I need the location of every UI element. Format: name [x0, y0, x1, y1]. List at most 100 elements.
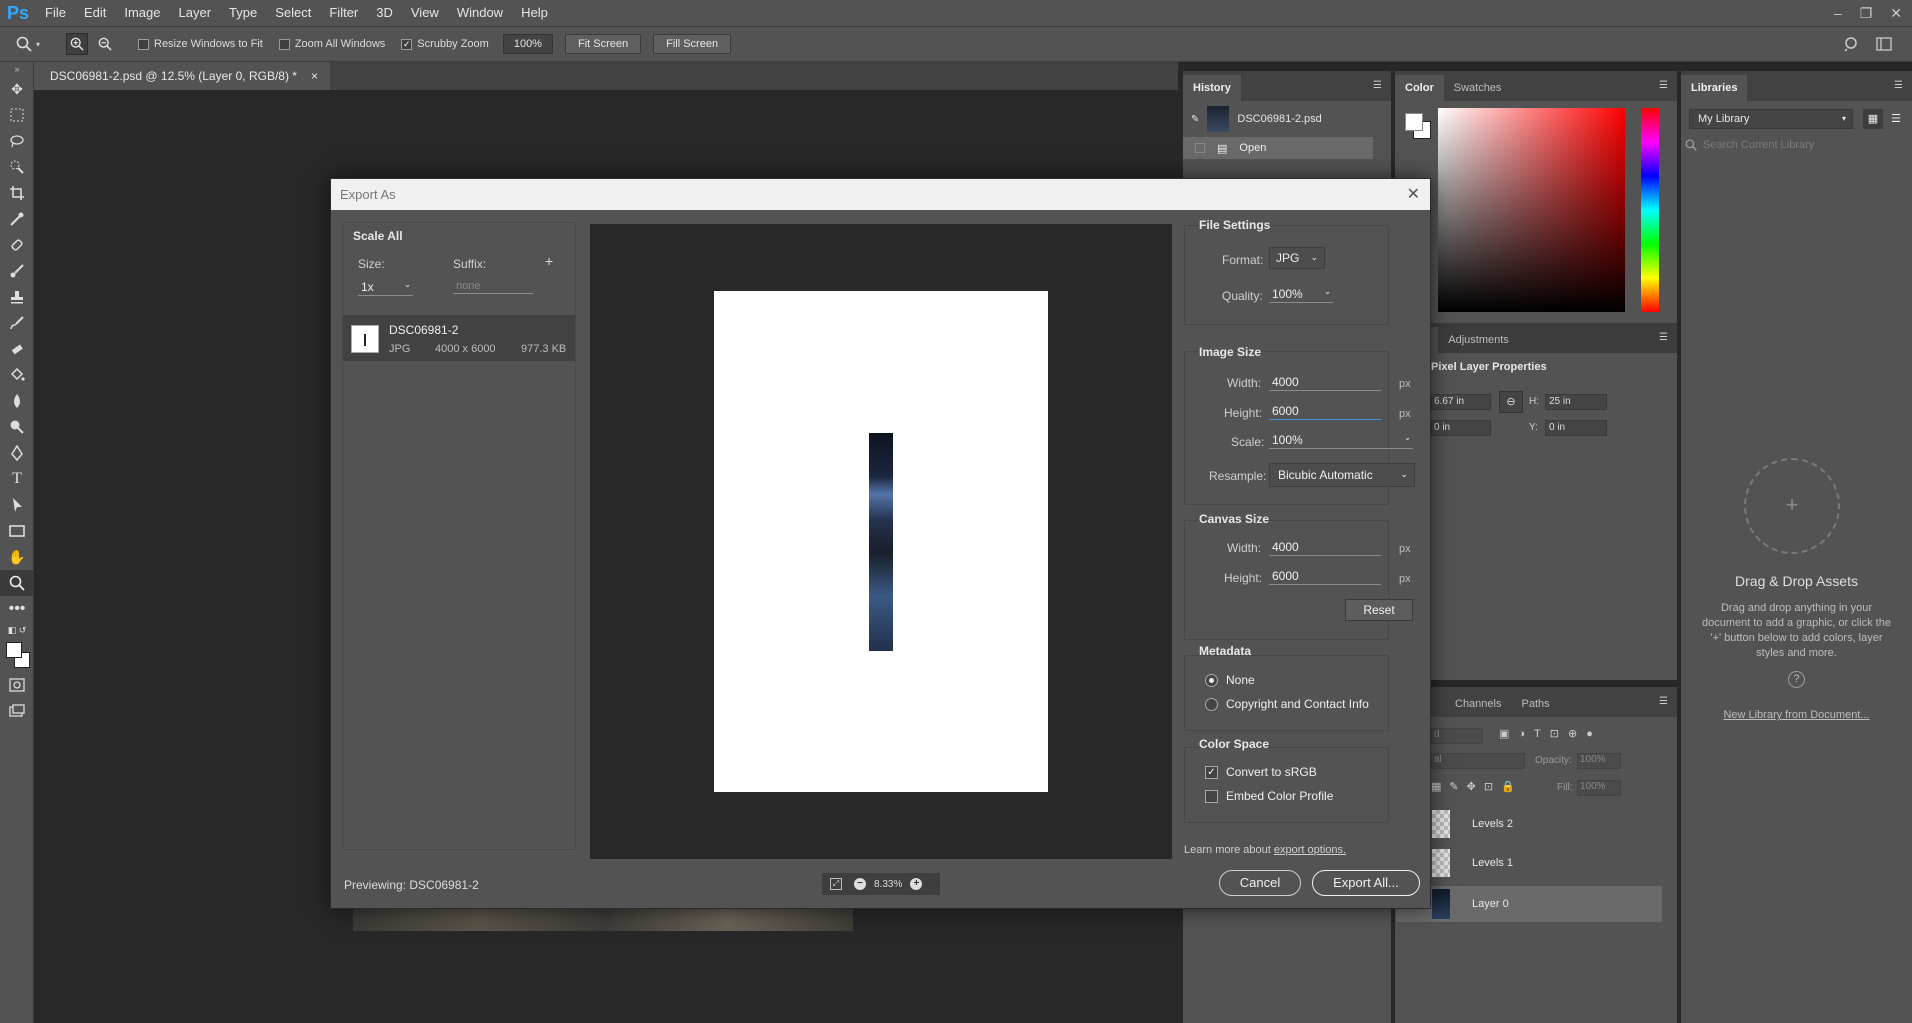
menu-edit[interactable]: Edit	[75, 0, 115, 26]
new-library-link[interactable]: New Library from Document...	[1681, 709, 1912, 721]
library-select[interactable]: My Library ▾	[1689, 109, 1853, 129]
tab-history[interactable]: History	[1183, 75, 1241, 101]
restore-icon[interactable]: ❐	[1860, 5, 1873, 22]
menu-help[interactable]: Help	[512, 0, 557, 26]
swap-colors-icon[interactable]: ◧ ↺	[0, 622, 34, 638]
canvas-height-input[interactable]: 6000	[1269, 569, 1381, 585]
dodge-tool-icon[interactable]	[0, 414, 34, 440]
export-all-button[interactable]: Export All...	[1312, 870, 1420, 896]
healing-brush-tool-icon[interactable]	[0, 232, 34, 258]
document-tab[interactable]: DSC06981-2.psd @ 12.5% (Layer 0, RGB/8) …	[34, 62, 330, 90]
blend-mode-select[interactable]: al	[1431, 753, 1525, 769]
preview-area[interactable]	[590, 224, 1172, 859]
panel-menu-icon[interactable]: ☰	[1659, 332, 1669, 343]
embed-profile-checkbox[interactable]: Embed Color Profile	[1205, 789, 1333, 803]
width-inches-field[interactable]: 6.67 in	[1431, 394, 1491, 410]
layer-kind-filter[interactable]: d	[1431, 728, 1483, 744]
grid-view-icon[interactable]: ▦	[1863, 109, 1883, 129]
screen-mode-icon[interactable]	[0, 698, 34, 724]
opacity-field[interactable]: 100%	[1577, 753, 1621, 769]
search-icon[interactable]	[1844, 36, 1860, 55]
color-field[interactable]	[1438, 108, 1625, 312]
tab-paths[interactable]: Paths	[1511, 691, 1559, 717]
menu-select[interactable]: Select	[266, 0, 320, 26]
y-position-field[interactable]: 0 in	[1545, 420, 1607, 436]
metadata-none-radio[interactable]: None	[1205, 673, 1255, 687]
rectangle-tool-icon[interactable]	[0, 518, 34, 544]
collapse-arrows-icon[interactable]: »	[0, 62, 34, 76]
convert-srgb-checkbox[interactable]: ✓ Convert to sRGB	[1205, 765, 1317, 779]
zoom-all-checkbox[interactable]: Zoom All Windows	[278, 38, 385, 50]
resize-windows-checkbox[interactable]: Resize Windows to Fit	[138, 38, 263, 50]
zoom-in-icon[interactable]	[66, 33, 88, 55]
fit-screen-button[interactable]: Fit Screen	[564, 34, 642, 54]
crop-tool-icon[interactable]	[0, 180, 34, 206]
scale-select[interactable]: 100% ⌄	[1269, 433, 1413, 449]
image-height-input[interactable]: 6000	[1269, 404, 1381, 420]
canvas-width-input[interactable]: 4000	[1269, 540, 1381, 556]
foreground-color-swatch[interactable]	[1405, 113, 1423, 131]
tab-adjustments[interactable]: Adjustments	[1438, 327, 1519, 353]
zoom-out-button[interactable]: −	[854, 878, 866, 890]
brush-tool-icon[interactable]	[0, 258, 34, 284]
menu-window[interactable]: Window	[448, 0, 512, 26]
fit-preview-icon[interactable]: ⤢	[830, 878, 842, 890]
color-fg-bg-swatch[interactable]	[1403, 111, 1433, 141]
menu-filter[interactable]: Filter	[320, 0, 367, 26]
asset-row[interactable]: DSC06981-2 JPG 4000 x 6000 977.3 KB	[343, 315, 575, 361]
quality-select[interactable]: 100% ⌄	[1269, 287, 1333, 303]
quick-mask-icon[interactable]	[0, 672, 34, 698]
add-asset-icon[interactable]: +	[1744, 458, 1840, 554]
clone-stamp-tool-icon[interactable]	[0, 284, 34, 310]
path-selection-tool-icon[interactable]	[0, 492, 34, 518]
layer-row-layer-0[interactable]: Layer 0	[1396, 886, 1662, 922]
history-snapshot[interactable]: ✎ DSC06981-2.psd	[1183, 101, 1391, 137]
zoom-in-button[interactable]: +	[910, 878, 923, 890]
height-inches-field[interactable]: 25 in	[1545, 394, 1607, 410]
minimize-icon[interactable]: –	[1834, 5, 1842, 21]
scrubby-zoom-checkbox[interactable]: ✓ Scrubby Zoom	[401, 38, 489, 50]
layer-row-levels-2[interactable]: Levels 2	[1396, 808, 1662, 840]
suffix-input[interactable]: none	[453, 280, 533, 294]
resample-select[interactable]: Bicubic Automatic ⌄	[1269, 463, 1415, 487]
pen-tool-icon[interactable]	[0, 440, 34, 466]
list-view-icon[interactable]: ☰	[1887, 109, 1905, 129]
zoom-tool-icon[interactable]: ▾	[16, 36, 46, 52]
menu-type[interactable]: Type	[220, 0, 266, 26]
close-tab-icon[interactable]: ×	[311, 69, 318, 83]
tab-swatches[interactable]: Swatches	[1444, 75, 1512, 101]
format-select[interactable]: JPG ⌄	[1269, 247, 1325, 269]
export-options-link[interactable]: export options.	[1274, 844, 1346, 856]
menu-3d[interactable]: 3D	[367, 0, 402, 26]
hand-tool-icon[interactable]: ✋	[0, 544, 34, 570]
layer-row-levels-1[interactable]: Levels 1	[1396, 847, 1662, 879]
metadata-copyright-radio[interactable]: Copyright and Contact Info	[1205, 697, 1369, 711]
eraser-tool-icon[interactable]	[0, 336, 34, 362]
fill-field[interactable]: 100%	[1577, 780, 1621, 796]
fill-screen-button[interactable]: Fill Screen	[653, 34, 732, 54]
layer-filter-icons[interactable]: ▣◑T⊡⊕●	[1499, 727, 1602, 740]
panel-menu-icon[interactable]: ☰	[1894, 80, 1904, 91]
paint-bucket-tool-icon[interactable]	[0, 362, 34, 388]
zoom-level-field[interactable]: 100%	[502, 34, 553, 54]
type-tool-icon[interactable]: T	[0, 466, 34, 492]
menu-image[interactable]: Image	[115, 0, 169, 26]
add-scale-button[interactable]: +	[545, 253, 553, 269]
zoom-out-icon[interactable]	[94, 33, 116, 55]
link-dimensions-icon[interactable]: ⊖	[1499, 391, 1523, 413]
cancel-button[interactable]: Cancel	[1219, 870, 1301, 896]
tab-libraries[interactable]: Libraries	[1681, 75, 1748, 101]
lock-icons[interactable]: ▦✎✥⊡🔒	[1431, 780, 1523, 793]
move-tool-icon[interactable]: ✥	[0, 76, 34, 102]
marquee-tool-icon[interactable]	[0, 102, 34, 128]
tab-channels[interactable]: Channels	[1445, 691, 1511, 717]
close-window-icon[interactable]: ✕	[1890, 5, 1902, 22]
workspace-icon[interactable]	[1876, 37, 1892, 54]
panel-menu-icon[interactable]: ☰	[1659, 696, 1669, 707]
help-icon[interactable]: ?	[1788, 671, 1805, 688]
panel-menu-icon[interactable]: ☰	[1659, 80, 1669, 91]
tab-color[interactable]: Color	[1395, 75, 1444, 101]
foreground-background-color[interactable]	[0, 638, 34, 672]
history-brush-tool-icon[interactable]	[0, 310, 34, 336]
image-width-input[interactable]: 4000	[1269, 375, 1381, 391]
